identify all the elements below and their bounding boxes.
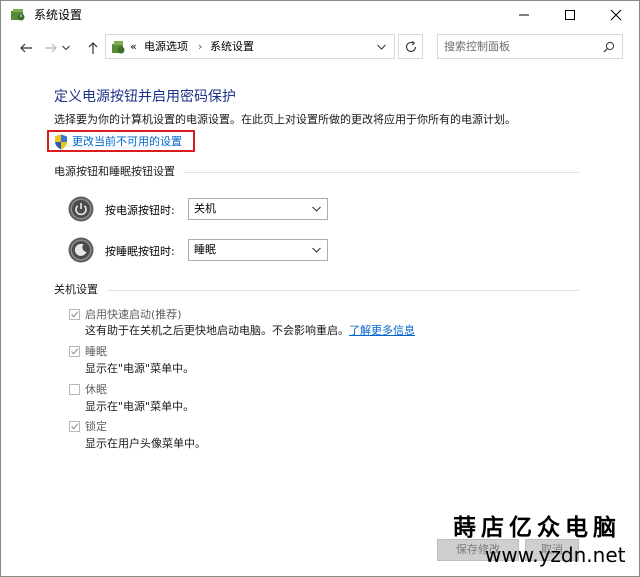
sleep-menu-label: 睡眠 [85,345,107,358]
page-title: 定义电源按钮并启用密码保护 [54,89,236,105]
address-bar[interactable]: « 电源选项 › 系统设置 [105,34,395,59]
sleep-menu-checkbox[interactable] [69,346,80,357]
minimize-icon [519,14,529,16]
arrow-up-icon [88,42,98,54]
refresh-icon [405,41,417,52]
chevron-down-icon [312,206,321,212]
breadcrumb-overflow[interactable]: « [130,40,137,54]
page-description: 选择要为你的计算机设置的电源设置。在此页上对设置所做的更改将应用于你所有的电源计… [54,113,516,126]
watermark-url: www.yzdn.net [485,543,626,567]
power-section-heading: 电源按钮和睡眠按钮设置 [54,165,175,178]
title-bar[interactable]: 系统设置 [1,1,639,29]
hibernate-menu-checkbox[interactable] [69,384,80,395]
power-button-icon [68,196,94,222]
chevron-down-icon[interactable] [377,44,386,50]
search-box[interactable] [437,34,623,59]
fast-startup-checkbox[interactable] [69,309,80,320]
shutdown-section-heading: 关机设置 [54,283,98,296]
arrow-left-icon [20,43,32,53]
hibernate-menu-label: 休眠 [85,383,107,396]
arrow-right-icon [45,43,57,53]
checkmark-icon [71,348,79,355]
checkmark-icon [71,423,79,430]
power-button-label: 按电源按钮时: [105,204,175,217]
close-icon [610,9,622,21]
change-unavailable-settings-link[interactable]: 更改当前不可用的设置 [72,135,182,148]
minimize-button[interactable] [501,1,547,29]
sleep-button-action-select[interactable]: 睡眠 [188,239,328,261]
back-button[interactable] [15,38,37,58]
watermark-name: 蒔店亿众电脑 [453,514,621,541]
sleep-menu-hint: 显示在"电源"菜单中。 [85,362,195,375]
hibernate-menu-hint: 显示在"电源"菜单中。 [85,400,195,413]
recent-locations-button[interactable] [59,38,73,58]
refresh-button[interactable] [398,34,423,59]
fast-startup-hint: 这有助于在关机之后更快地启动电脑。不会影响重启。了解更多信息 [85,324,415,337]
power-options-icon [11,9,25,21]
maximize-icon [565,10,575,20]
system-settings-window: 系统设置 « 电源选项 › 系统设置 搜索控制面板 定义电源按钮并启用密码保护 … [0,0,640,577]
fast-startup-label: 启用快速启动(推荐) [85,308,182,321]
section-divider [183,172,579,173]
lock-menu-checkbox[interactable] [69,421,80,432]
breadcrumb-power-options[interactable]: 电源选项 [144,40,188,54]
power-button-action-select[interactable]: 关机 [188,198,328,220]
lock-menu-hint: 显示在用户头像菜单中。 [85,437,206,450]
chevron-down-icon [62,45,70,51]
sleep-button-label: 按睡眠按钮时: [105,245,175,258]
section-divider [107,290,579,291]
maximize-button[interactable] [547,1,593,29]
sleep-button-action-value: 睡眠 [194,243,216,256]
breadcrumb-system-settings[interactable]: 系统设置 [210,40,254,54]
close-button[interactable] [593,1,639,29]
power-button-action-value: 关机 [194,202,216,215]
chevron-down-icon [312,247,321,253]
search-icon[interactable] [603,41,615,53]
control-panel-icon [112,41,125,54]
search-input[interactable] [444,39,594,54]
breadcrumb-separator[interactable]: › [198,40,202,54]
sleep-button-icon [68,237,94,263]
lock-menu-label: 锁定 [85,420,107,433]
up-button[interactable] [83,38,105,58]
checkmark-icon [71,311,79,318]
fast-startup-hint-text: 这有助于在关机之后更快地启动电脑。不会影响重启。 [85,324,349,337]
uac-shield-icon [55,134,67,150]
learn-more-link[interactable]: 了解更多信息 [349,324,415,337]
window-title: 系统设置 [34,8,83,22]
